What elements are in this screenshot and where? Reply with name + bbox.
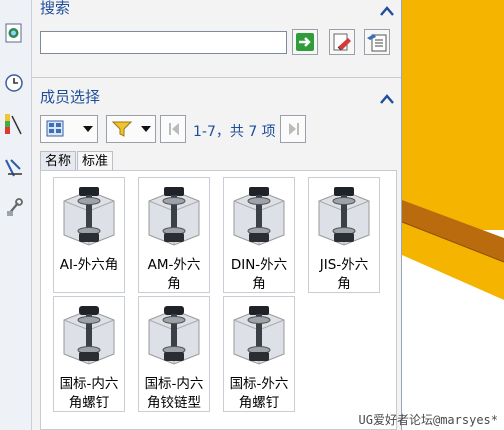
- previous-page-button[interactable]: [160, 115, 186, 143]
- measure-tool-icon[interactable]: [3, 157, 25, 179]
- member-tile-din[interactable]: DIN-外六角: [223, 177, 295, 293]
- collapse-chevron-icon[interactable]: [379, 2, 395, 16]
- member-label-line2: 角螺钉: [238, 395, 280, 411]
- member-tile-jis[interactable]: JIS-外六角: [308, 177, 380, 293]
- tab-standard[interactable]: 标准: [77, 151, 114, 171]
- left-resource-bar: [0, 0, 32, 430]
- search-options-icon: [367, 34, 387, 52]
- member-label-line1: JIS-外六: [319, 257, 369, 273]
- member-gallery: AI-外六角 AM-外六角 DIN-外六角 JIS-外六 角 国标-内六 角螺钉…: [40, 170, 397, 430]
- member-label-line1: AM-外六: [147, 257, 201, 273]
- dropdown-arrow-icon: [83, 126, 93, 132]
- history-clock-icon[interactable]: [3, 72, 25, 94]
- clear-search-button[interactable]: [329, 29, 355, 55]
- dropdown-arrow-icon: [141, 126, 151, 132]
- member-label-line1: DIN-外六: [230, 257, 288, 273]
- bolt-thumbnail-icon: [233, 306, 285, 365]
- member-tile-gb-hinge[interactable]: 国标-内六角铰链型: [138, 296, 210, 412]
- member-label-line2: 角: [252, 276, 266, 292]
- page-count-label: 1-7，共 7 项: [193, 124, 276, 140]
- search-section-title: 搜索: [40, 0, 71, 17]
- member-tile-am[interactable]: AM-外六角: [138, 177, 210, 293]
- bolt-thumbnail-icon: [148, 306, 200, 365]
- last-page-icon: [289, 123, 299, 135]
- forum-watermark: UG爱好者论坛@marsyes*: [358, 413, 498, 427]
- member-label-line2: 角: [167, 276, 181, 292]
- member-selection-title: 成员选择: [40, 88, 101, 106]
- tab-name[interactable]: 名称: [40, 151, 77, 171]
- member-label-line2: 角: [337, 276, 351, 292]
- member-label-line1: 国标-内六: [144, 376, 204, 392]
- filter-funnel-icon: [112, 121, 132, 137]
- bolt-thumbnail-icon: [63, 187, 115, 246]
- section-divider: [32, 77, 401, 78]
- reuse-library-panel: 搜索 成员选择 1-7，共 7 项 名称 标准 AI-外六角 AM-外六 角 D…: [32, 0, 402, 430]
- green-arrow-icon: [296, 33, 314, 51]
- advanced-search-button[interactable]: [364, 29, 390, 55]
- member-tile-gb-hex-screw[interactable]: 国标-外六角螺钉: [223, 296, 295, 412]
- color-palette-icon[interactable]: [3, 113, 25, 135]
- member-label-line2: 角螺钉: [68, 395, 110, 411]
- process-tools-icon[interactable]: [3, 197, 25, 219]
- collapse-chevron-icon[interactable]: [379, 90, 395, 104]
- eraser-icon: [333, 33, 351, 51]
- member-label-line1: 国标-外六: [229, 376, 289, 392]
- member-label-line1: AI-外六角: [59, 257, 119, 273]
- model-surface-graphic: [402, 0, 504, 300]
- bolt-thumbnail-icon: [233, 187, 285, 246]
- filter-dropdown[interactable]: [106, 115, 156, 143]
- column-tabs: 名称 标准: [40, 151, 114, 171]
- search-go-button[interactable]: [292, 29, 318, 55]
- view-mode-dropdown[interactable]: [40, 115, 98, 143]
- bolt-thumbnail-icon: [148, 187, 200, 246]
- graphics-viewport[interactable]: [402, 0, 504, 430]
- first-page-icon: [169, 123, 179, 135]
- member-tile-ai[interactable]: AI-外六角: [53, 177, 125, 293]
- assembly-navigator-icon[interactable]: [3, 22, 25, 44]
- member-label-line2: 角铰链型: [147, 395, 201, 411]
- member-tile-gb-socket-screw[interactable]: 国标-内六角螺钉: [53, 296, 125, 412]
- bolt-thumbnail-icon: [318, 187, 370, 246]
- next-page-button[interactable]: [280, 115, 306, 143]
- member-label-line1: 国标-内六: [59, 376, 119, 392]
- thumbnail-view-icon: [46, 120, 64, 137]
- search-input[interactable]: [40, 31, 287, 54]
- bolt-thumbnail-icon: [63, 306, 115, 365]
